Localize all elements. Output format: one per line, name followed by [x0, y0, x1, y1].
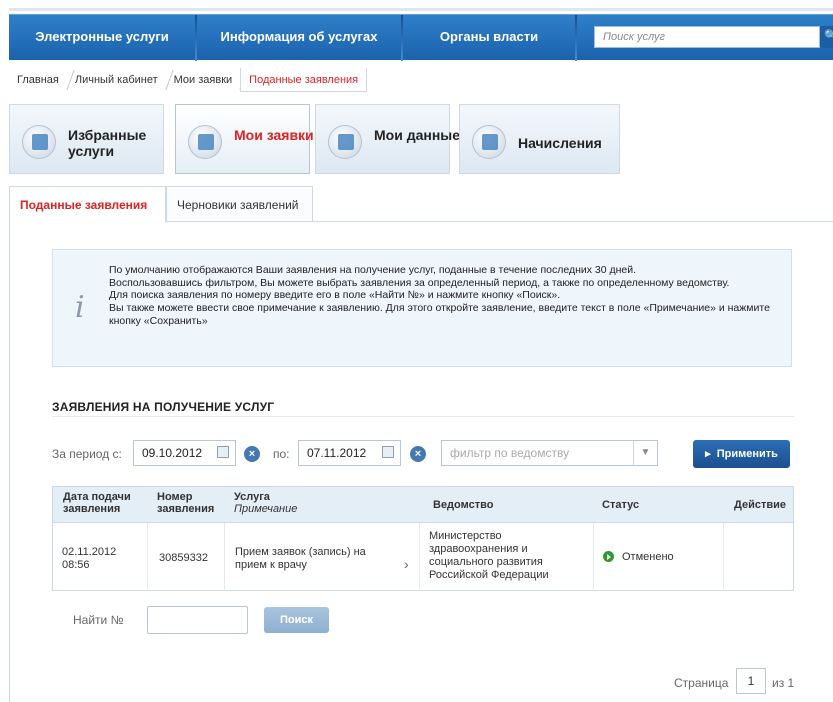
section-divider [52, 416, 794, 417]
top-divider [9, 8, 833, 11]
th-department[interactable]: Ведомство [433, 499, 493, 511]
th-service[interactable]: Услуга Примечание [234, 491, 354, 515]
period-to-label: по: [273, 447, 290, 461]
breadcrumb-submitted: Поданные заявления [240, 68, 368, 92]
pagination-label: Страница [674, 676, 729, 690]
tile-my-data[interactable]: Мои данные [315, 104, 460, 174]
th-number[interactable]: Номер заявления [157, 491, 227, 515]
accruals-icon [472, 125, 506, 159]
apply-label: Применить [716, 448, 778, 460]
info-text: По умолчанию отображаются Ваши заявления… [109, 264, 774, 328]
nav-authorities[interactable]: Органы власти [403, 15, 575, 61]
search-button[interactable]: Поиск [264, 607, 329, 633]
row-service[interactable]: Прием заявок (запись) на прием к врачу [235, 546, 385, 572]
th-date[interactable]: Дата подачи заявления [63, 491, 143, 515]
tile-accruals[interactable]: Начисления [459, 104, 620, 174]
status-play-icon [603, 551, 614, 562]
date-to-value: 07.11.2012 [307, 446, 367, 460]
th-status[interactable]: Статус [602, 499, 639, 511]
period-from-label: За период с: [52, 447, 122, 461]
chevron-right-icon[interactable]: › [404, 556, 409, 572]
info-line: Вы также можете ввести свое примечание к… [109, 302, 770, 327]
chevron-down-icon[interactable]: ▼ [633, 441, 657, 465]
tile-favorites[interactable]: Избранные услуги [9, 104, 164, 174]
top-strip [0, 0, 833, 14]
row-date-value: 02.11.2012 [62, 546, 117, 558]
tile-label: Избранные услуги [68, 127, 147, 159]
department-placeholder: фильтр по ведомству [450, 446, 570, 460]
list-icon [188, 125, 222, 159]
find-label: Найти № [73, 613, 124, 627]
search-input[interactable]: Поиск услуг [594, 26, 820, 48]
date-from-value: 09.10.2012 [142, 446, 203, 460]
request-tabs: Поданные заявления Черновики заявлений [9, 186, 833, 223]
column-divider [147, 523, 148, 591]
th-service-label: Услуга [234, 491, 270, 503]
apply-button[interactable]: ▸ Применить [693, 440, 790, 468]
requests-table: Дата подачи заявления Номер заявления Ус… [52, 486, 794, 591]
column-divider [224, 523, 225, 591]
content-border [9, 222, 10, 702]
info-line: Для поиска заявления по номеру введите е… [109, 289, 561, 302]
favorites-icon [22, 125, 56, 159]
tab-drafts[interactable]: Черновики заявлений [166, 186, 313, 222]
tile-label: Начисления [518, 135, 602, 151]
department-select[interactable]: фильтр по ведомству ▼ [441, 440, 658, 466]
nav-separator [575, 15, 577, 61]
nav-electronic-services[interactable]: Электронные услуги [9, 15, 195, 61]
th-action: Действие [734, 499, 786, 511]
cabinet-tiles: Избранные услуги Мои заявки Мои данные Н… [9, 104, 833, 176]
date-to-field[interactable]: 07.11.2012 [298, 440, 401, 466]
calendar-icon[interactable] [382, 446, 394, 458]
th-note-label: Примечание [234, 503, 298, 515]
info-line: По умолчанию отображаются Ваши заявления… [109, 264, 637, 276]
tile-label: Мои заявки [234, 127, 314, 143]
data-icon [328, 125, 362, 159]
breadcrumb-home[interactable]: Главная [9, 68, 67, 92]
clear-date-to-icon[interactable]: × [410, 446, 426, 462]
nav-services-info[interactable]: Информация об услугах [197, 15, 401, 61]
clear-date-from-icon[interactable]: × [244, 446, 260, 462]
find-number-input[interactable] [147, 606, 248, 634]
info-line: Воспользовавшись фильтром, Вы можете выб… [109, 276, 730, 289]
info-box: i По умолчанию отображаются Ваши заявлен… [52, 249, 792, 367]
pagination-total: из 1 [772, 676, 795, 690]
page-number-input[interactable]: 1 [736, 668, 766, 694]
date-from-field[interactable]: 09.10.2012 [133, 440, 236, 466]
breadcrumb-my-requests[interactable]: Мои заявки [166, 68, 241, 92]
calendar-icon[interactable] [217, 446, 229, 458]
info-icon: i [75, 290, 85, 325]
main-navbar: Электронные услуги Информация об услугах… [9, 14, 833, 61]
row-time-value: 08:56 [62, 559, 90, 571]
breadcrumb: Главная Личный кабинет Мои заявки Поданн… [9, 68, 368, 92]
table-header: Дата подачи заявления Номер заявления Ус… [53, 487, 793, 523]
column-divider [419, 523, 420, 591]
row-number: 30859332 [159, 552, 208, 564]
row-date: 02.11.2012 08:56 [62, 546, 116, 572]
column-divider [723, 523, 724, 591]
tile-my-requests[interactable]: Мои заявки [175, 104, 314, 174]
column-divider [593, 523, 594, 591]
tile-label: Мои данные [374, 127, 461, 143]
row-status: Отменено [622, 551, 674, 563]
tab-submitted[interactable]: Поданные заявления [9, 186, 166, 223]
section-title: ЗАЯВЛЕНИЯ НА ПОЛУЧЕНИЕ УСЛУГ [52, 400, 275, 414]
search-icon[interactable]: 🔍 [820, 26, 833, 48]
row-department: Министерство здравоохранения и социально… [429, 530, 549, 581]
breadcrumb-cabinet[interactable]: Личный кабинет [67, 68, 166, 92]
